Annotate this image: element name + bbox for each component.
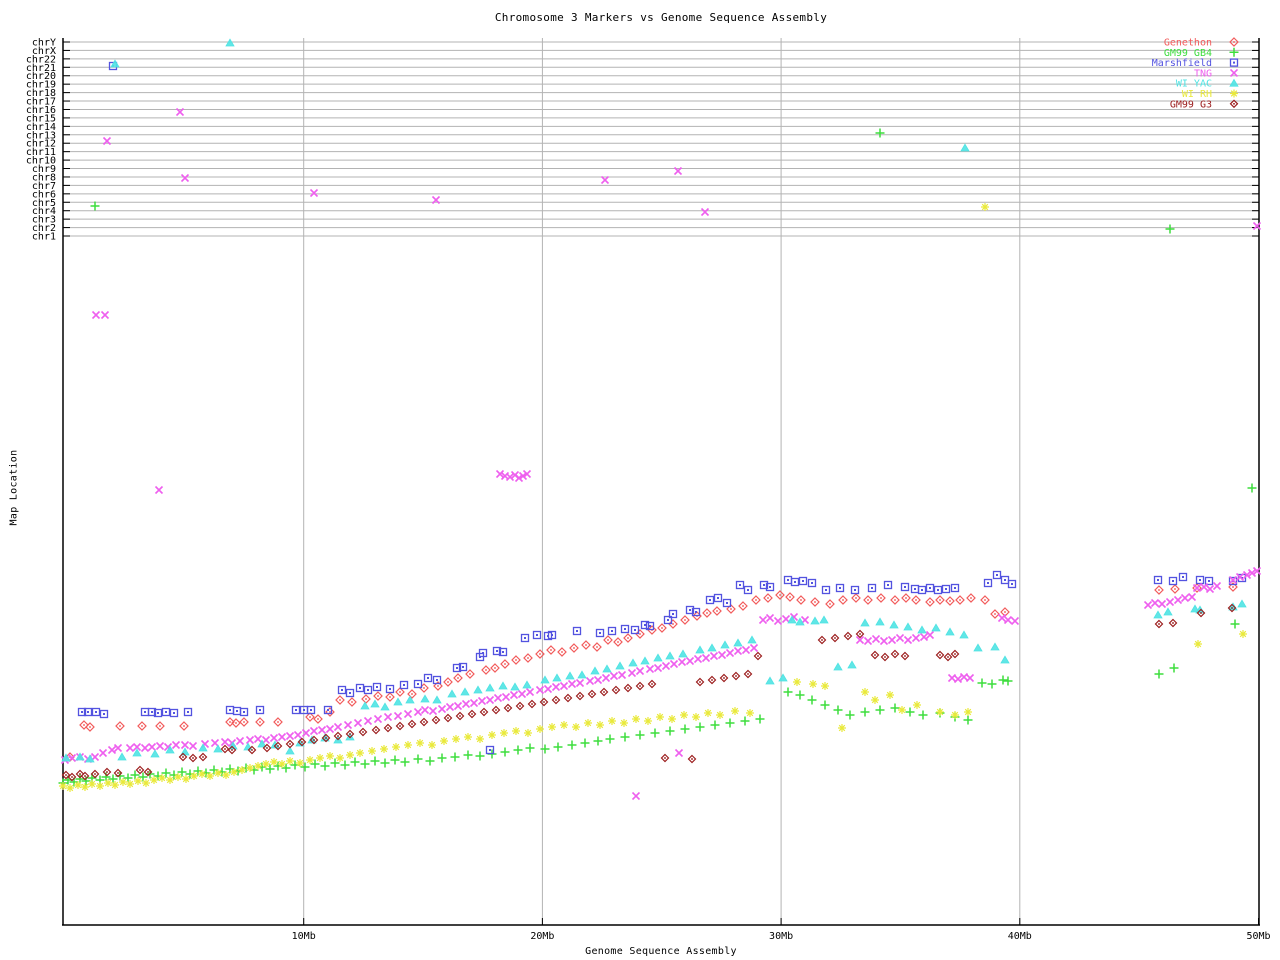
series-marshfield — [79, 63, 1246, 754]
axes — [62, 38, 1260, 925]
x-axis-label: Genome Sequence Assembly — [63, 946, 1259, 957]
legend-label-gm99-g3: GM99 G3 — [1170, 99, 1212, 110]
y-axis-label: Map Location — [9, 408, 20, 568]
x-tick-label-10Mb: 10Mb — [292, 931, 316, 942]
x-tick-label-40Mb: 40Mb — [1008, 931, 1032, 942]
chromosome-labels: chrYchrXchr22chr21chr20chr19chr18chr17ch… — [26, 38, 56, 243]
chart-title: Chromosome 3 Markers vs Genome Sequence … — [63, 11, 1259, 24]
series-tng — [62, 109, 1261, 800]
chromosome-rows — [63, 42, 1259, 236]
x-tick-label-50Mb: 50Mb — [1246, 931, 1270, 942]
chromosome-marker-chart: Chromosome 3 Markers vs Genome Sequence … — [0, 0, 1280, 960]
series-wi-yac — [62, 39, 1246, 762]
series-wi-rh — [59, 203, 1247, 792]
legend: GenethonGM99 GB4MarshfieldTNGWI YACWI RH… — [1152, 38, 1239, 111]
x-tick-label-20Mb: 20Mb — [530, 931, 554, 942]
chromosome-label-chr1: chr1 — [32, 232, 56, 243]
vertical-gridlines — [304, 38, 1020, 925]
series-genethon — [66, 583, 1237, 761]
x-ticks: 10Mb 20Mb 30Mb 40Mb 50Mb — [292, 918, 1271, 942]
plot-area: chrYchrXchr22chr21chr20chr19chr18chr17ch… — [0, 0, 1280, 960]
x-tick-label-30Mb: 30Mb — [769, 931, 793, 942]
